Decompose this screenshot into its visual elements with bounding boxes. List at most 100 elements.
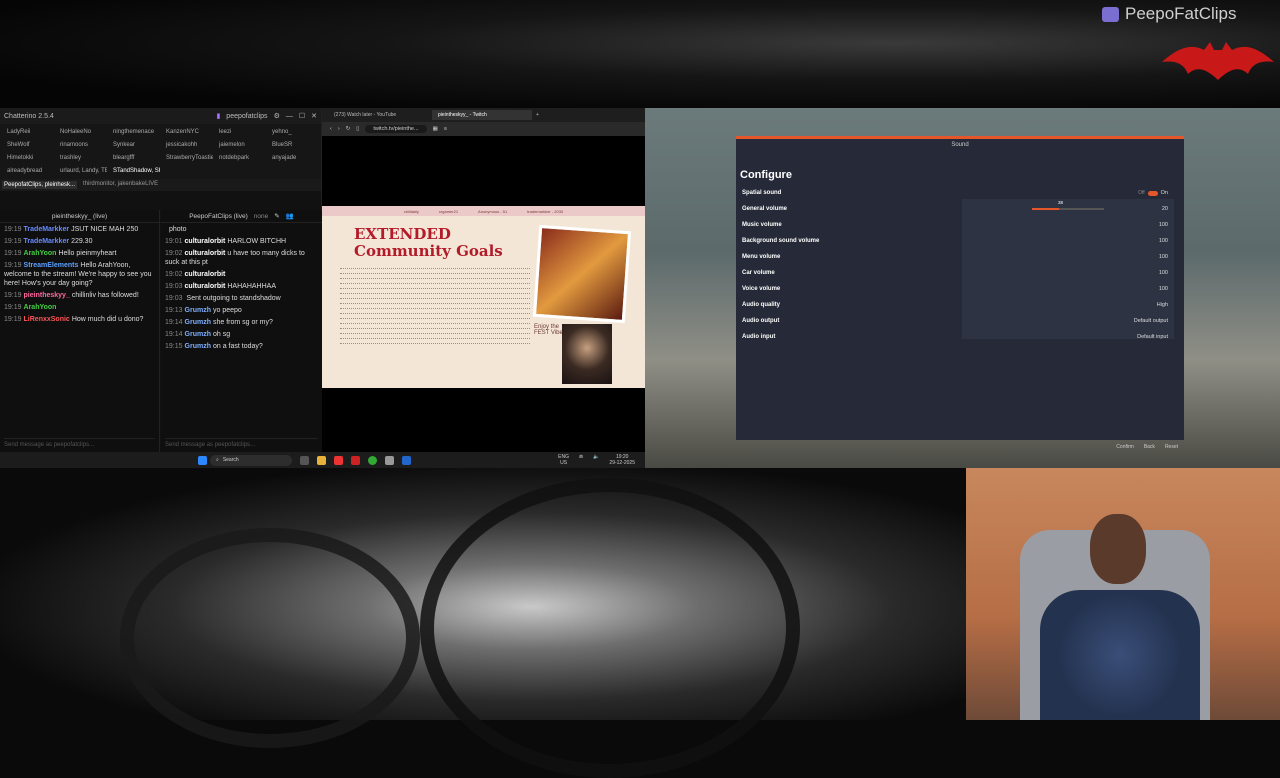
message-username[interactable]: TradeMarkker	[24, 238, 70, 245]
obs-icon[interactable]	[402, 455, 411, 465]
channel-tab[interactable]: bleargfff	[108, 152, 160, 164]
message-username[interactable]: culturalorbit	[185, 271, 226, 278]
settings-header: Sound	[951, 142, 969, 148]
channel-tab[interactable]: urlaurd, Landy, TBEAT, eatal...	[55, 165, 107, 177]
new-tab-icon[interactable]: +	[536, 112, 539, 118]
channel-name[interactable]: PeepoFatClips (live)	[189, 213, 248, 220]
message-username[interactable]: ArahYoon	[24, 250, 57, 257]
volume-icon[interactable]: 🔈	[593, 454, 599, 466]
spatial-sound-toggle[interactable]	[1147, 190, 1158, 196]
split-tab[interactable]: thirdmonitor, jakenbakeLIVE	[83, 181, 158, 189]
setting-row[interactable]: Audio input Default input	[742, 331, 1176, 343]
brave-icon[interactable]	[334, 455, 343, 465]
file-explorer-icon[interactable]	[317, 455, 326, 465]
message-input[interactable]: Send message as peepofatclips...	[4, 438, 155, 448]
channel-tab[interactable]: jaiemelon	[214, 139, 266, 151]
setting-value[interactable]: 100	[1159, 238, 1168, 244]
close-icon[interactable]: ✕	[311, 112, 317, 120]
chatterino-icon[interactable]	[385, 455, 394, 465]
chrome-icon[interactable]	[368, 455, 377, 465]
setting-row[interactable]: Car volume 100	[742, 267, 1176, 279]
channel-tab[interactable]: alreadybread	[2, 165, 54, 177]
setting-value[interactable]: 100	[1159, 286, 1168, 292]
message-text: How much did u dono?	[71, 316, 144, 323]
setting-row[interactable]: Menu volume 100	[742, 251, 1176, 263]
setting-row[interactable]: Background sound volume 100	[742, 235, 1176, 247]
forward-icon[interactable]: ›	[338, 126, 340, 132]
message-username[interactable]: Grumzh	[185, 343, 211, 350]
setting-value[interactable]: Default output	[1134, 318, 1168, 324]
app-icon[interactable]	[351, 455, 360, 465]
channel-tab[interactable]: yehno_	[267, 126, 319, 138]
channel-tab[interactable]: SheWolf	[2, 139, 54, 151]
split-tabs: PeepofatClips, pleinhesk... thirdmonitor…	[0, 179, 321, 191]
channel-tab[interactable]: KanzenNYC	[161, 126, 213, 138]
maximize-icon[interactable]: ☐	[299, 112, 305, 120]
twitch-stream-video[interactable]: chilldaily rzgamer21 Anonymous - 51 trad…	[322, 206, 645, 388]
setting-row[interactable]: Spatial sound Off On	[742, 187, 1176, 199]
setting-row[interactable]: General volume 20	[742, 203, 1176, 215]
channel-name[interactable]: pieintheskyy_ (live)	[52, 213, 107, 220]
task-view-icon[interactable]	[300, 455, 309, 465]
channel-tab[interactable]: BlueSR	[267, 139, 319, 151]
taskbar-search[interactable]: ⌕ Search	[210, 454, 292, 466]
message-username[interactable]: Grumzh	[185, 331, 211, 338]
setting-row[interactable]: Audio output Default output	[742, 315, 1176, 327]
message-username[interactable]: culturalorbit	[185, 238, 226, 245]
channel-tab[interactable]: anyajade	[267, 152, 319, 164]
gear-icon[interactable]: ⚙	[274, 112, 280, 120]
channel-tab[interactable]: Himetokki	[2, 152, 54, 164]
split-tab[interactable]: PeepofatClips, pleinhesk...	[2, 181, 78, 189]
message-username[interactable]: LiRenxxSonic	[24, 316, 70, 323]
browser-tab[interactable]: (273) Watch later - YouTube	[328, 110, 428, 120]
back-button[interactable]: Back	[1144, 444, 1155, 450]
channel-tab[interactable]: notdebpark	[214, 152, 266, 164]
wifi-icon[interactable]: ⋒	[579, 454, 583, 466]
message-username[interactable]: culturalorbit	[185, 283, 226, 290]
channel-tab[interactable]: leezi	[214, 126, 266, 138]
setting-row[interactable]: Music volume 100	[742, 219, 1176, 231]
pencil-icon[interactable]: ✎	[274, 212, 279, 220]
channel-tab[interactable]: STandShadow, SH4RA_, Ver...	[108, 165, 160, 177]
setting-value[interactable]: 100	[1159, 222, 1168, 228]
chat-message: 19:02 culturalorbit	[165, 270, 318, 279]
confirm-button[interactable]: Confirm	[1116, 444, 1134, 450]
chat-split-left: pieintheskyy_ (live) 19:19 TradeMarkker JS…	[0, 210, 160, 452]
setting-row[interactable]: Audio quality High	[742, 299, 1176, 311]
channel-tab[interactable]: LadyReii	[2, 126, 54, 138]
setting-value[interactable]: 100	[1159, 254, 1168, 260]
account-name[interactable]: peepofatclips	[226, 113, 267, 120]
message-input[interactable]: Send message as peepofatclips...	[165, 438, 318, 448]
setting-value[interactable]: 20	[1162, 206, 1168, 212]
minimize-icon[interactable]: —	[286, 113, 293, 120]
setting-value[interactable]: High	[1157, 302, 1168, 308]
setting-value[interactable]: On	[1161, 190, 1168, 196]
users-icon[interactable]: 👥	[286, 212, 294, 220]
setting-value[interactable]: 100	[1159, 270, 1168, 276]
browser-tab[interactable]: pieintheskyy_ - Twitch	[432, 110, 532, 120]
channel-tab[interactable]: StrawberryToastie	[161, 152, 213, 164]
reload-icon[interactable]: ↻	[346, 126, 351, 132]
message-username[interactable]: Grumzh	[185, 319, 211, 326]
channel-tab[interactable]: jessicakohh	[161, 139, 213, 151]
message-username[interactable]: pieintheskyy_	[24, 292, 70, 299]
message-username[interactable]: ArahYoon	[24, 304, 57, 311]
address-bar[interactable]: twitch.tv/pieinthe...	[365, 125, 427, 133]
menu-icon[interactable]: ≡	[444, 126, 447, 132]
setting-row[interactable]: Voice volume 100	[742, 283, 1176, 295]
channel-tab[interactable]: NoHaleeNo	[55, 126, 107, 138]
bookmark-icon[interactable]: ▯	[356, 126, 359, 132]
channel-tab[interactable]: Synkear	[108, 139, 160, 151]
channel-tab[interactable]: ningthemenace	[108, 126, 160, 138]
extensions-icon[interactable]: ▦	[433, 126, 438, 132]
channel-tab[interactable]: rinamoons	[55, 139, 107, 151]
message-username[interactable]: TradeMarkker	[24, 226, 70, 233]
back-icon[interactable]: ‹	[330, 126, 332, 132]
setting-value[interactable]: Default input	[1137, 334, 1168, 340]
reset-button[interactable]: Reset	[1165, 444, 1178, 450]
message-username[interactable]: StreamElements	[24, 262, 79, 269]
message-username[interactable]: Grumzh	[185, 307, 211, 314]
message-username[interactable]: culturalorbit	[185, 250, 226, 257]
windows-start-icon[interactable]	[198, 455, 207, 465]
channel-tab[interactable]: trashley	[55, 152, 107, 164]
